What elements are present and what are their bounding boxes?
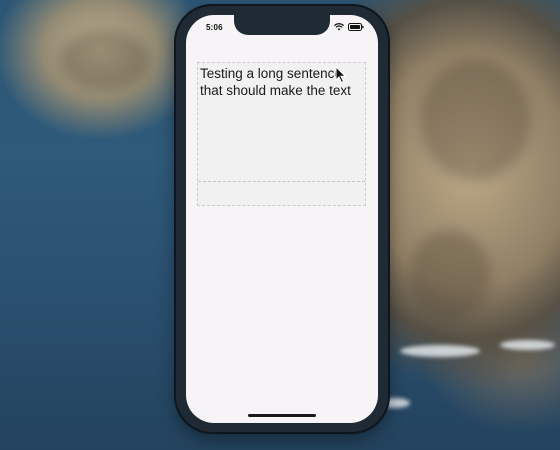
rock-shade bbox=[410, 230, 490, 320]
phone-notch bbox=[234, 15, 330, 35]
rock-shade bbox=[60, 30, 150, 90]
sea-foam bbox=[400, 345, 480, 357]
sea-foam bbox=[500, 340, 555, 350]
battery-icon bbox=[348, 23, 364, 31]
phone-frame: 5:06 Testing a long sentence that should… bbox=[176, 6, 388, 432]
text-area-divider bbox=[198, 181, 365, 182]
wifi-icon bbox=[334, 23, 344, 31]
home-indicator[interactable] bbox=[248, 414, 316, 417]
status-time: 5:06 bbox=[206, 23, 223, 32]
desktop-wallpaper: 5:06 Testing a long sentence that should… bbox=[0, 0, 560, 450]
status-icons bbox=[334, 23, 364, 31]
phone-screen: 5:06 Testing a long sentence that should… bbox=[186, 15, 378, 423]
rock-shade bbox=[420, 60, 530, 180]
mouse-pointer-icon bbox=[335, 65, 347, 89]
